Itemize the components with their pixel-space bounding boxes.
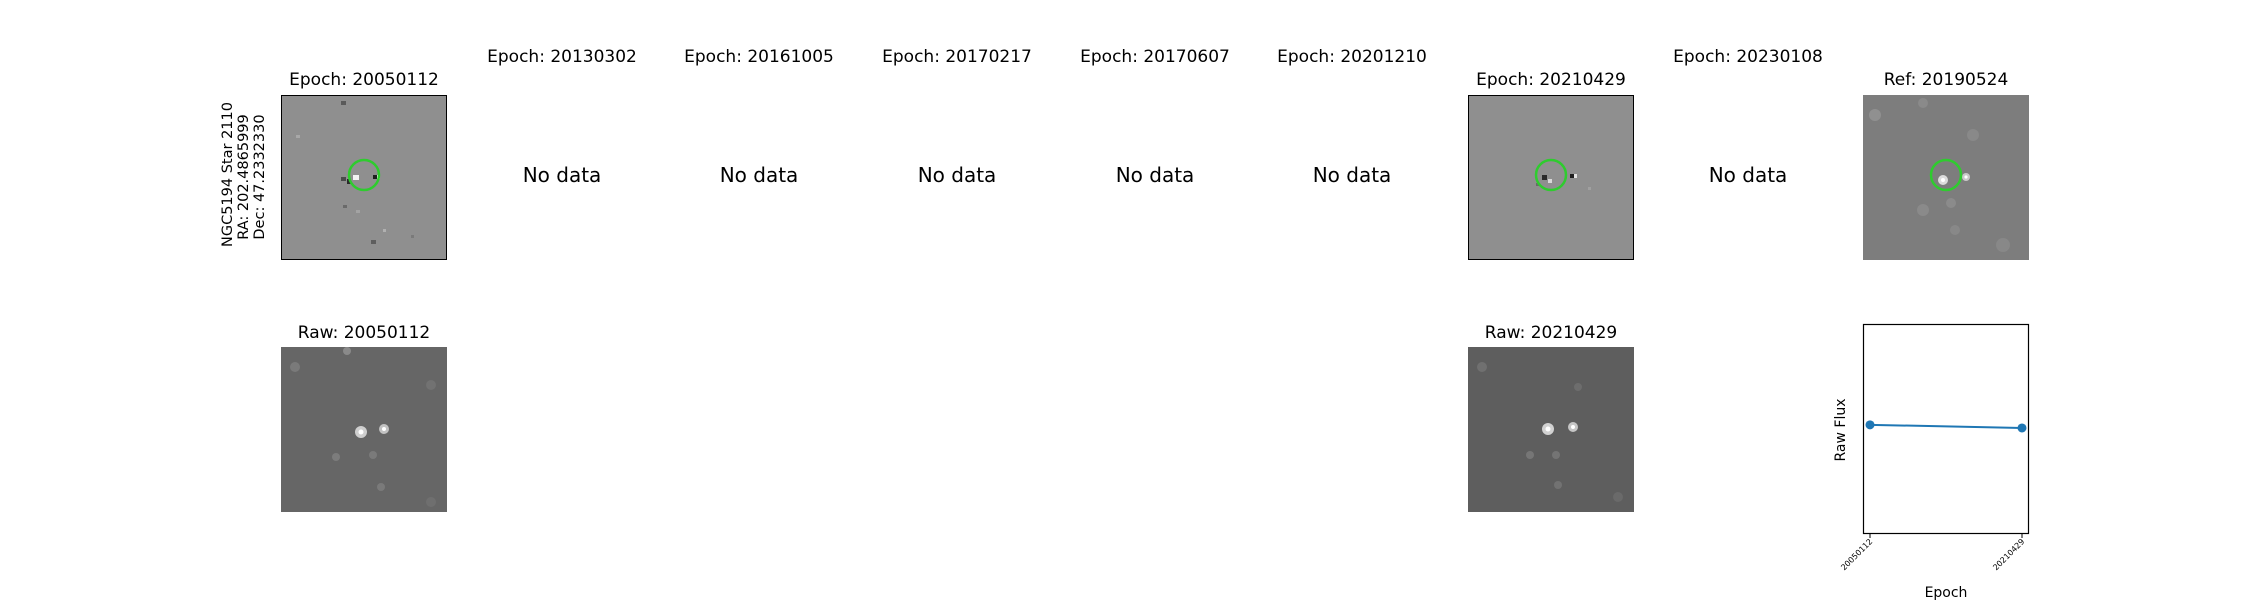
star-name: NGC5194 Star 2110: [220, 102, 236, 247]
figure: NGC5194 Star 2110 RA: 202.4865999 Dec: 4…: [0, 0, 2250, 600]
epoch-title-7: Epoch: 20210429: [1476, 70, 1626, 90]
epoch-title-8: Epoch: 20230108: [1673, 47, 1823, 67]
no-data-label: No data: [1708, 163, 1788, 187]
flux-point: [1865, 420, 1875, 430]
ref-title: Ref: 20190524: [1883, 70, 2009, 90]
reference-image: [1863, 95, 2029, 260]
epoch-title-1: Epoch: 20050112: [289, 70, 439, 90]
raw-image-1: [281, 347, 447, 512]
x-tick-label: 20050112: [1839, 537, 1874, 572]
star-ra: RA: 202.4865999: [236, 114, 252, 240]
flux-point: [2017, 423, 2027, 433]
no-data-label: No data: [522, 163, 602, 187]
raw-title-2: Raw: 20210429: [1484, 323, 1618, 343]
epoch-title-4: Epoch: 20170217: [882, 47, 1032, 67]
x-tick-label: 20210429: [1991, 537, 2026, 572]
no-data-label: No data: [1312, 163, 1392, 187]
no-data-label: No data: [917, 163, 997, 187]
flux-chart: 20050112 20210429 Raw Flux Epoch: [1833, 323, 2030, 600]
epoch-title-6: Epoch: 20201210: [1277, 47, 1427, 67]
epoch-title-5: Epoch: 20170607: [1080, 47, 1230, 67]
raw-image-2: [1468, 347, 1634, 512]
plot-frame: [1862, 323, 2030, 535]
epoch-title-3: Epoch: 20161005: [684, 47, 834, 67]
difference-image-2: [1468, 95, 1634, 260]
star-dec: Dec: 47.2332330: [252, 114, 268, 240]
no-data-label: No data: [1115, 163, 1195, 187]
no-data-label: No data: [719, 163, 799, 187]
raw-title-1: Raw: 20050112: [297, 323, 431, 343]
y-axis-label: Raw Flux: [1833, 399, 1849, 462]
epoch-title-2: Epoch: 20130302: [487, 47, 637, 67]
x-axis-label: Epoch: [1925, 585, 1968, 600]
difference-image-1: [281, 95, 447, 260]
